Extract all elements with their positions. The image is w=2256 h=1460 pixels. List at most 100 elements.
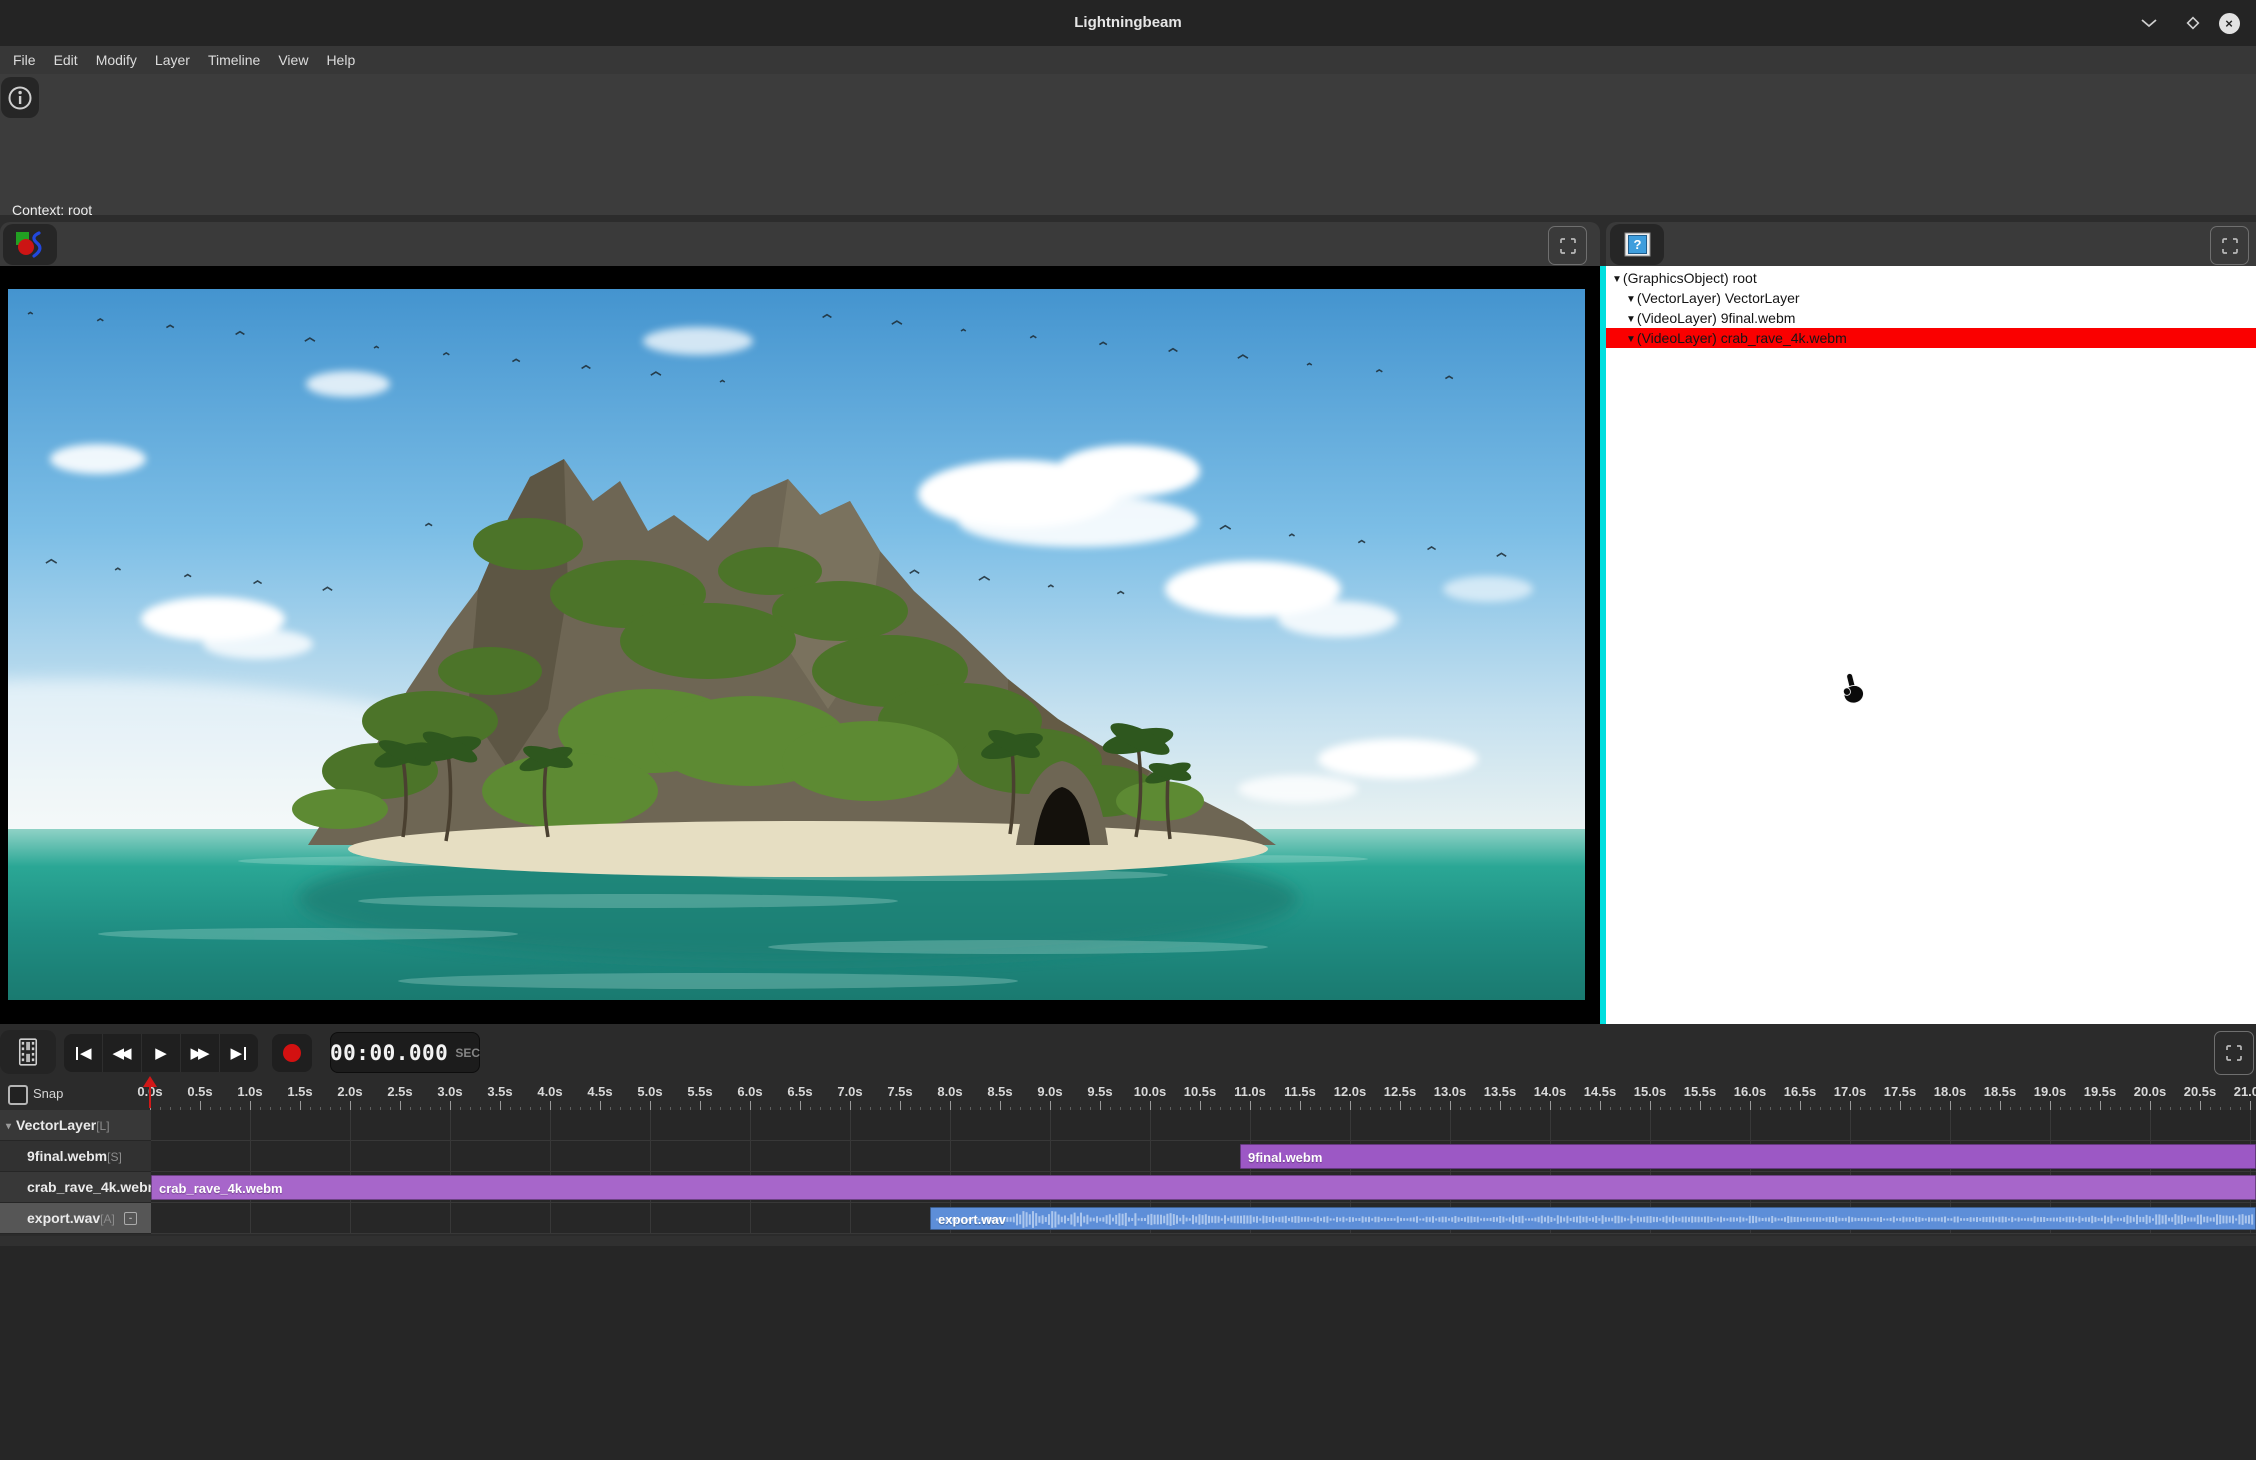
- ruler-label: 6.0s: [728, 1084, 772, 1099]
- track-label: VectorLayer: [16, 1117, 96, 1133]
- record-dot-icon: [283, 1044, 301, 1062]
- clip-9final.webm[interactable]: 9final.webm: [1240, 1144, 2256, 1169]
- ruler-label: 10.5s: [1178, 1084, 1222, 1099]
- tree-row-label: (VideoLayer) crab_rave_4k.webm: [1637, 330, 1847, 346]
- ruler-label: 4.5s: [578, 1084, 622, 1099]
- tree-row[interactable]: ▼(GraphicsObject) root: [1606, 268, 2256, 288]
- stage-fullscreen-button[interactable]: [1548, 226, 1587, 265]
- info-button[interactable]: [1, 77, 39, 118]
- fullscreen-corners-icon: [2226, 1045, 2242, 1061]
- ruler-label: 19.0s: [2028, 1084, 2072, 1099]
- snap-label: Snap: [33, 1086, 63, 1101]
- skip-start-button[interactable]: ◀: [64, 1034, 102, 1072]
- ruler-label: 16.5s: [1778, 1084, 1822, 1099]
- track-header-crab_rave_4k.webm[interactable]: crab_rave_4k.webm[M]: [0, 1172, 151, 1203]
- ruler-label: 19.5s: [2078, 1084, 2122, 1099]
- ruler-label: 7.5s: [878, 1084, 922, 1099]
- timeline-mode-button[interactable]: [0, 1030, 56, 1074]
- tree-collapse-icon[interactable]: ▼: [1626, 314, 1636, 325]
- chevron-down-icon: [2140, 18, 2158, 28]
- ruler-label: 20.5s: [2178, 1084, 2222, 1099]
- tree-row[interactable]: ▼(VideoLayer) 9final.webm: [1606, 308, 2256, 328]
- ruler-label: 7.0s: [828, 1084, 872, 1099]
- audio-waveform: [931, 1208, 2256, 1230]
- ruler-label: 2.5s: [378, 1084, 422, 1099]
- track-type-tag: [L]: [96, 1119, 109, 1133]
- record-button[interactable]: [272, 1034, 312, 1072]
- tree-view-button[interactable]: ?: [1610, 224, 1664, 265]
- snap-checkbox[interactable]: [8, 1085, 28, 1105]
- tree-row-label: (GraphicsObject) root: [1623, 270, 1757, 286]
- tree-row-label: (VectorLayer) VectorLayer: [1637, 290, 1800, 306]
- ruler-label: 2.0s: [328, 1084, 372, 1099]
- tree-fullscreen-button[interactable]: [2210, 226, 2249, 265]
- lane-gridline: [450, 1110, 451, 1234]
- fullscreen-corners-icon: [2222, 238, 2238, 254]
- menu-item-view[interactable]: View: [269, 46, 317, 74]
- clip-export.wav[interactable]: export.wav: [930, 1207, 2256, 1230]
- fullscreen-corners-icon: [1560, 238, 1576, 254]
- tree-panel-header: ?: [1606, 222, 2256, 266]
- ruler-label: 9.0s: [1028, 1084, 1072, 1099]
- ruler-label: 9.5s: [1078, 1084, 1122, 1099]
- tree-collapse-icon[interactable]: ▼: [1626, 334, 1636, 345]
- ruler-label: 11.5s: [1278, 1084, 1322, 1099]
- stage-tools-button[interactable]: [3, 224, 57, 265]
- ruler-label: 16.0s: [1728, 1084, 1772, 1099]
- track-header-export.wav[interactable]: export.wav[A]-: [0, 1203, 151, 1234]
- ruler-label: 1.5s: [278, 1084, 322, 1099]
- tree-row[interactable]: ▼(VideoLayer) crab_rave_4k.webm: [1606, 328, 2256, 348]
- track-lane-VectorLayer[interactable]: [151, 1110, 2256, 1141]
- film-strip-icon: [17, 1037, 39, 1067]
- menubar: FileEditModifyLayerTimelineViewHelp: [0, 46, 2256, 74]
- titlebar: Lightningbeam ×: [0, 0, 2256, 47]
- menu-item-edit[interactable]: Edit: [45, 46, 87, 74]
- close-button[interactable]: ×: [2214, 0, 2244, 46]
- tree-collapse-icon[interactable]: ▼: [1626, 294, 1636, 305]
- menu-item-modify[interactable]: Modify: [87, 46, 146, 74]
- clip-crab_rave_4k.webm[interactable]: crab_rave_4k.webm: [151, 1175, 2256, 1200]
- ruler-label: 17.5s: [1878, 1084, 1922, 1099]
- track-type-tag: [A]: [100, 1212, 115, 1226]
- minimize-button[interactable]: [2134, 0, 2164, 46]
- svg-text:?: ?: [1633, 237, 1641, 252]
- track-label: export.wav: [27, 1210, 100, 1226]
- track-header-VectorLayer[interactable]: ▾ VectorLayer[L]: [0, 1110, 151, 1141]
- maximize-button[interactable]: [2178, 0, 2208, 46]
- empty-bottom-area: [0, 1246, 2256, 1460]
- info-circle-icon: [7, 85, 33, 111]
- clip-label: crab_rave_4k.webm: [159, 1176, 283, 1200]
- time-display: 00:00.000 SEC: [330, 1032, 480, 1073]
- tree-row[interactable]: ▼(VectorLayer) VectorLayer: [1606, 288, 2256, 308]
- menu-item-file[interactable]: File: [4, 46, 45, 74]
- ruler-label: 10.0s: [1128, 1084, 1172, 1099]
- window-title: Lightningbeam: [0, 0, 2256, 46]
- lane-gridline: [650, 1110, 651, 1234]
- ruler-label: 8.0s: [928, 1084, 972, 1099]
- menu-item-help[interactable]: Help: [317, 46, 364, 74]
- ruler-label: 17.0s: [1828, 1084, 1872, 1099]
- stage-canvas[interactable]: [0, 266, 1600, 1024]
- track-collapse-icon[interactable]: ▾: [6, 1121, 11, 1132]
- lightningbeam-window: Lightningbeam × FileEditModifyLayerTimel…: [0, 0, 2256, 1460]
- current-time: 00:00.000: [330, 1041, 448, 1065]
- rewind-button[interactable]: ◀◀: [102, 1034, 141, 1072]
- ruler-label: 15.5s: [1678, 1084, 1722, 1099]
- clip-label: export.wav: [938, 1208, 1006, 1230]
- diamond-icon: [2184, 14, 2202, 32]
- timeline-bottom-strip: [0, 1236, 2256, 1246]
- menu-item-timeline[interactable]: Timeline: [199, 46, 269, 74]
- ruler-label: 21.0s: [2228, 1084, 2256, 1099]
- menu-item-layer[interactable]: Layer: [146, 46, 199, 74]
- fast-forward-button[interactable]: ▶▶: [180, 1034, 219, 1072]
- track-header-9final.webm[interactable]: 9final.webm[S]: [0, 1141, 151, 1172]
- ruler-label: 13.5s: [1478, 1084, 1522, 1099]
- ruler-label: 0.5s: [178, 1084, 222, 1099]
- track-checkbox[interactable]: -: [124, 1212, 137, 1225]
- timeline-fullscreen-button[interactable]: [2214, 1031, 2254, 1075]
- skip-end-button[interactable]: ▶: [219, 1034, 258, 1072]
- lane-gridline: [750, 1110, 751, 1234]
- play-button[interactable]: ▶: [141, 1034, 180, 1072]
- tree-collapse-icon[interactable]: ▼: [1612, 274, 1622, 285]
- tree-row-label: (VideoLayer) 9final.webm: [1637, 310, 1796, 326]
